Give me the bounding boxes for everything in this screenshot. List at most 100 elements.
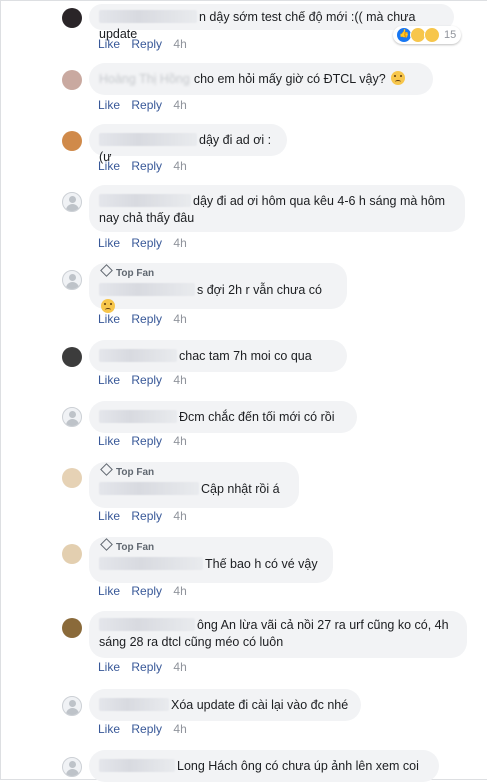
- reaction-summary[interactable]: 15: [393, 26, 462, 44]
- comment-text: Long Hách ông có chưa úp ảnh lên xem coi: [177, 759, 419, 773]
- sad-reaction-icon: [424, 27, 440, 43]
- comment-bubble: ông An lừa vãi cả nồi 27 ra urf cũng ko …: [89, 611, 467, 658]
- comment-actions: Like Reply 4h: [98, 37, 195, 51]
- diamond-icon: [100, 463, 113, 476]
- avatar[interactable]: [62, 544, 82, 564]
- reply-link[interactable]: Reply: [131, 722, 162, 736]
- reply-link[interactable]: Reply: [131, 312, 162, 326]
- comment-bubble: dậy đi ad ơi :(ư: [89, 124, 287, 164]
- reaction-count: 15: [444, 29, 457, 41]
- comment-text: cho em hỏi mấy giờ có ĐTCL vậy?: [193, 72, 386, 86]
- comment-actions: Like Reply 4h: [98, 373, 195, 387]
- comment-bubble: Đcm chắc đến tối mới có rồi: [89, 401, 357, 433]
- comment-feed: [0, 0, 487, 780]
- top-fan-badge: Top Fan: [99, 538, 323, 554]
- comment-actions: Like Reply 4h: [98, 434, 195, 448]
- like-link[interactable]: Like: [98, 434, 120, 448]
- blurred-name[interactable]: [99, 557, 203, 570]
- reply-link[interactable]: Reply: [131, 660, 162, 674]
- avatar[interactable]: [62, 192, 82, 212]
- comment-bubble: Top Fan Thế bao h có vé vậy: [89, 537, 333, 583]
- blurred-name[interactable]: [99, 618, 195, 631]
- blurred-name[interactable]: [99, 349, 177, 362]
- reply-link[interactable]: Reply: [131, 373, 162, 387]
- comment-text: Xóa update đi cài lại vào đc nhé: [171, 698, 349, 712]
- reply-link[interactable]: Reply: [131, 509, 162, 523]
- avatar[interactable]: [62, 757, 82, 777]
- avatar[interactable]: [62, 347, 82, 367]
- comment-bubble: Top Fan s đợi 2h r vẫn chưa có: [89, 263, 347, 313]
- like-link[interactable]: Like: [98, 159, 120, 173]
- avatar[interactable]: [62, 407, 82, 427]
- blurred-name[interactable]: [99, 698, 169, 711]
- top-fan-label: Top Fan: [116, 268, 155, 279]
- comment-actions: Like Reply 4h: [98, 236, 195, 250]
- comment-bubble: Hoàng Thị Hồng cho em hỏi mấy giờ có ĐTCL…: [89, 63, 433, 95]
- sad-face-emoji-icon: [391, 71, 406, 85]
- blurred-name[interactable]: [99, 194, 191, 207]
- avatar[interactable]: [62, 696, 82, 716]
- like-link[interactable]: Like: [98, 312, 120, 326]
- diamond-icon: [100, 538, 113, 551]
- avatar[interactable]: [62, 131, 82, 151]
- comment-actions: Like Reply 4h: [98, 584, 195, 598]
- timestamp[interactable]: 4h: [173, 37, 186, 51]
- blurred-name[interactable]: [99, 759, 175, 772]
- diamond-icon: [100, 264, 113, 277]
- comment-actions: Like Reply 4h: [98, 159, 195, 173]
- like-link[interactable]: Like: [98, 37, 120, 51]
- blurred-name[interactable]: [99, 133, 197, 146]
- timestamp[interactable]: 4h: [173, 98, 186, 112]
- comment-actions: Like Reply 4h: [98, 312, 195, 326]
- blurred-name[interactable]: Hoàng Thị Hồng: [99, 72, 190, 86]
- reply-link[interactable]: Reply: [131, 98, 162, 112]
- top-fan-badge: Top Fan: [99, 463, 289, 479]
- timestamp[interactable]: 4h: [173, 236, 186, 250]
- comment-actions: Like Reply 4h: [98, 98, 195, 112]
- timestamp[interactable]: 4h: [173, 509, 186, 523]
- reply-link[interactable]: Reply: [131, 37, 162, 51]
- blurred-name[interactable]: [99, 410, 177, 423]
- comment-text: Đcm chắc đến tối mới có rồi: [179, 410, 335, 424]
- avatar[interactable]: [62, 8, 82, 28]
- reply-link[interactable]: Reply: [131, 159, 162, 173]
- like-link[interactable]: Like: [98, 722, 120, 736]
- comment-bubble: Long Hách ông có chưa úp ảnh lên xem coi: [89, 750, 439, 782]
- reply-link[interactable]: Reply: [131, 236, 162, 250]
- like-link[interactable]: Like: [98, 236, 120, 250]
- comment-text: s đợi 2h r vẫn chưa có: [197, 283, 322, 297]
- avatar[interactable]: [62, 468, 82, 488]
- sad-face-emoji-icon: [101, 299, 115, 313]
- like-link[interactable]: Like: [98, 373, 120, 387]
- timestamp[interactable]: 4h: [173, 312, 186, 326]
- comment-bubble: Xóa update đi cài lại vào đc nhé: [89, 689, 361, 721]
- reply-link[interactable]: Reply: [131, 584, 162, 598]
- comment-bubble: Top Fan Cập nhật rồi á: [89, 462, 299, 508]
- timestamp[interactable]: 4h: [173, 434, 186, 448]
- timestamp[interactable]: 4h: [173, 660, 186, 674]
- like-link[interactable]: Like: [98, 660, 120, 674]
- like-link[interactable]: Like: [98, 584, 120, 598]
- reply-link[interactable]: Reply: [131, 434, 162, 448]
- timestamp[interactable]: 4h: [173, 373, 186, 387]
- comment-actions: Like Reply 4h: [98, 660, 195, 674]
- avatar[interactable]: [62, 70, 82, 90]
- top-fan-label: Top Fan: [116, 467, 155, 478]
- blurred-name[interactable]: [99, 482, 199, 495]
- comment-actions: Like Reply 4h: [98, 509, 195, 523]
- comment-text: Thế bao h có vé vậy: [205, 557, 318, 571]
- comment-bubble: dậy đi ad ơi hôm qua kêu 4-6 h sáng mà h…: [89, 185, 465, 232]
- watermark-logo: [208, 368, 258, 390]
- blurred-name[interactable]: [99, 10, 197, 23]
- blurred-name[interactable]: [99, 283, 195, 296]
- avatar[interactable]: [62, 270, 82, 290]
- top-fan-label: Top Fan: [116, 542, 155, 553]
- timestamp[interactable]: 4h: [173, 722, 186, 736]
- like-link[interactable]: Like: [98, 509, 120, 523]
- avatar[interactable]: [62, 618, 82, 638]
- comment-actions: Like Reply 4h: [98, 722, 195, 736]
- comment-text: chac tam 7h moi co qua: [179, 349, 312, 363]
- timestamp[interactable]: 4h: [173, 584, 186, 598]
- timestamp[interactable]: 4h: [173, 159, 186, 173]
- like-link[interactable]: Like: [98, 98, 120, 112]
